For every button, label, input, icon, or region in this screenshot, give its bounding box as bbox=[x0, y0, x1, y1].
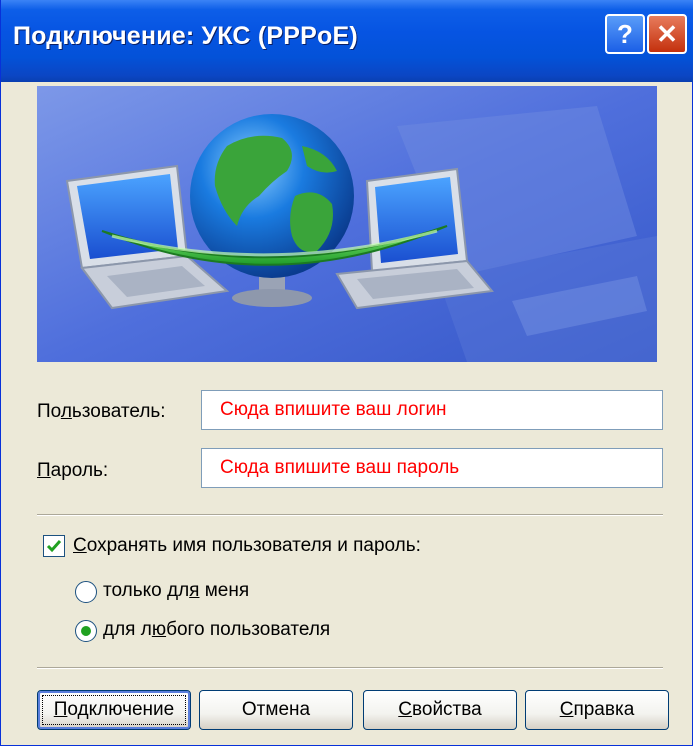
cancel-button[interactable]: Отмена bbox=[199, 690, 353, 730]
connection-dialog: Подключение: УКС (PPPoE) ? ✕ Пользовател… bbox=[0, 0, 693, 746]
window-title: Подключение: УКС (PPPoE) bbox=[13, 22, 358, 50]
radio-any-user[interactable] bbox=[75, 620, 97, 642]
radio-only-me[interactable] bbox=[75, 581, 97, 603]
radio-any-user-label[interactable]: для любого пользователя bbox=[103, 619, 330, 641]
user-label: Пользователь: bbox=[37, 401, 166, 422]
user-input[interactable]: Сюда впишите ваш логин bbox=[201, 390, 663, 430]
close-title-button[interactable]: ✕ bbox=[647, 14, 687, 54]
save-credentials-label[interactable]: Сохранять имя пользователя и пароль: bbox=[73, 535, 421, 557]
radio-only-me-label[interactable]: только для меня bbox=[103, 580, 249, 602]
save-credentials-checkbox[interactable] bbox=[43, 535, 65, 557]
connect-button[interactable]: Подключение bbox=[37, 690, 191, 730]
title-bar[interactable]: Подключение: УКС (PPPoE) ? ✕ bbox=[1, 0, 693, 82]
checkmark-icon bbox=[46, 540, 62, 553]
password-input[interactable]: Сюда впишите ваш пароль bbox=[201, 448, 663, 488]
separator-bottom bbox=[37, 667, 663, 669]
separator-top bbox=[37, 514, 663, 516]
help-title-button[interactable]: ? bbox=[605, 14, 645, 54]
radio-selected-dot bbox=[81, 626, 91, 636]
help-button[interactable]: Справка bbox=[525, 690, 669, 730]
properties-button[interactable]: Свойства bbox=[363, 690, 517, 730]
password-label: Пароль: bbox=[37, 460, 109, 481]
globe-network-laptops-icon bbox=[37, 86, 657, 362]
